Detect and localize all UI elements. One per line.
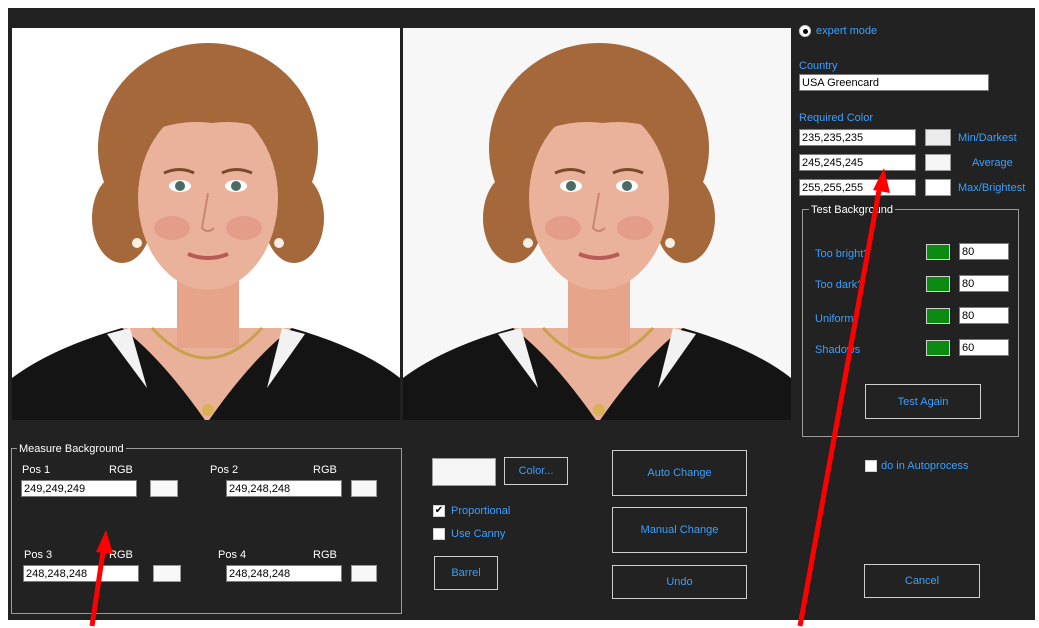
app-window: expert mode Country Required Color Min/D… [0,0,1039,628]
annotation-arrows [89,168,890,627]
arrow-measure-icon [89,530,113,627]
arrow-required-color-icon [797,168,890,627]
